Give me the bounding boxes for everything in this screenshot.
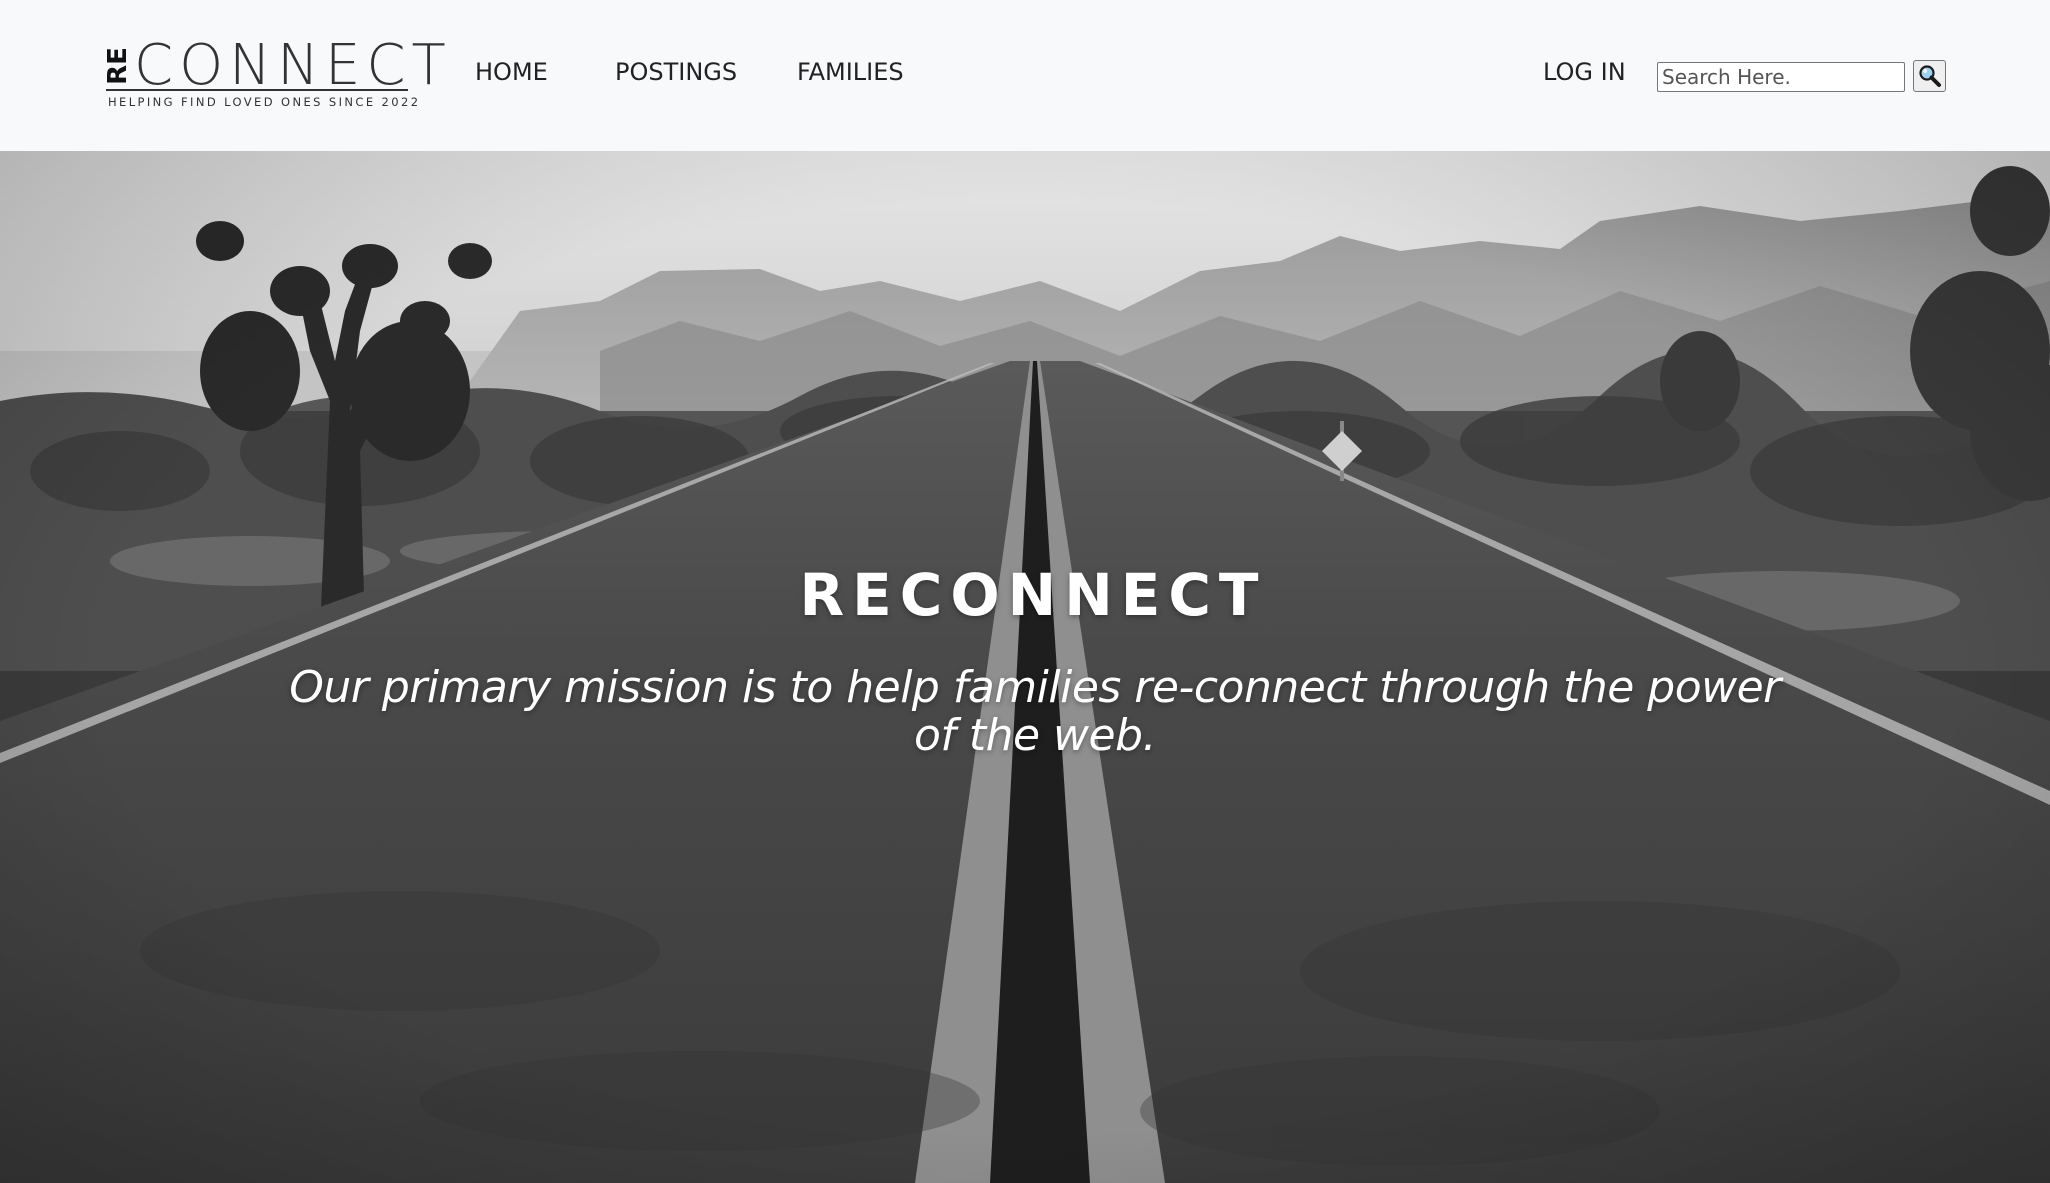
magnifier-icon xyxy=(1918,65,1941,87)
brand-logo[interactable]: RE CONNECT HELPING FIND LOVED ONES SINCE… xyxy=(103,34,446,112)
hero-title: RECONNECT xyxy=(799,561,1267,629)
login-link[interactable]: LOG IN xyxy=(1543,58,1626,86)
logo-prefix: RE xyxy=(103,44,133,88)
logo-divider xyxy=(106,89,408,91)
nav-postings-link[interactable]: POSTINGS xyxy=(615,58,737,86)
site-header: RE CONNECT HELPING FIND LOVED ONES SINCE… xyxy=(0,0,2050,151)
nav-home-link[interactable]: HOME xyxy=(475,58,548,86)
search-input[interactable] xyxy=(1657,62,1905,92)
logo-prefix-text: RE xyxy=(103,47,133,85)
hero-section: RECONNECT Our primary mission is to help… xyxy=(0,151,2050,1183)
hero-mission-statement: Our primary mission is to help families … xyxy=(289,662,1781,761)
search-button[interactable] xyxy=(1913,60,1946,92)
nav-families-link[interactable]: FAMILIES xyxy=(797,58,904,86)
logo-tagline: HELPING FIND LOVED ONES SINCE 2022 xyxy=(108,95,421,109)
